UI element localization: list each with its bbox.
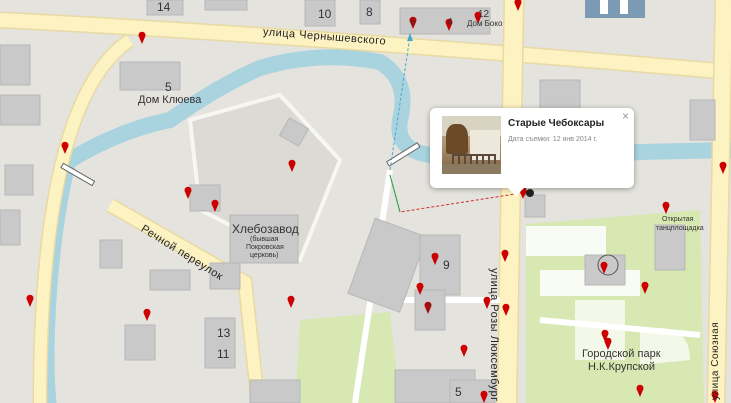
place-khlebozavod-sub1: (бывшая xyxy=(250,236,279,243)
house-number-6: 6 xyxy=(410,17,416,28)
landmark-3d xyxy=(585,0,645,18)
house-number-8: 8 xyxy=(366,5,373,19)
place-dom-boko: Дом Боко xyxy=(467,19,503,28)
street-rozy-lyuksemburg: улица Розы Люксембург xyxy=(488,268,500,402)
place-otkrytaya-2: танцплощадка xyxy=(656,225,704,232)
place-dom-klyueva: Дом Клюева xyxy=(138,94,202,106)
popup-photo-thumbnail[interactable] xyxy=(442,116,501,174)
place-otkrytaya-1: Открытая xyxy=(662,216,694,223)
photo-popup[interactable]: Старые Чебоксары Дата съемки: 12 янв 201… xyxy=(430,108,634,196)
house-number-10: 10 xyxy=(318,7,332,21)
camera-marker[interactable] xyxy=(526,189,534,197)
house-number-11: 11 xyxy=(217,347,230,361)
house-number-5-top: 5 xyxy=(165,80,172,94)
place-khlebozavod-sub3: церковь) xyxy=(250,252,279,259)
street-soyuznaya: улица Союзная xyxy=(710,321,721,400)
house-number-7: 7 xyxy=(425,301,432,315)
place-park-name-2: Н.К.Крупской xyxy=(588,361,656,373)
popup-date: Дата съемки: 12 янв 2014 г. xyxy=(508,136,598,143)
popup-title[interactable]: Старые Чебоксары xyxy=(508,118,604,129)
house-number-9: 9 xyxy=(443,258,450,272)
close-icon[interactable]: × xyxy=(622,109,629,123)
house-number-14: 14 xyxy=(157,0,171,14)
place-khlebozavod: Хлебозавод xyxy=(232,222,299,236)
place-khlebozavod-sub2: Покровская xyxy=(246,244,284,251)
place-park-name-1: Городской парк xyxy=(582,348,661,360)
map-canvas[interactable] xyxy=(0,0,731,403)
house-number-4: 4 xyxy=(447,17,453,28)
house-number-13: 13 xyxy=(217,326,231,340)
house-number-5-bottom: 5 xyxy=(455,385,462,399)
